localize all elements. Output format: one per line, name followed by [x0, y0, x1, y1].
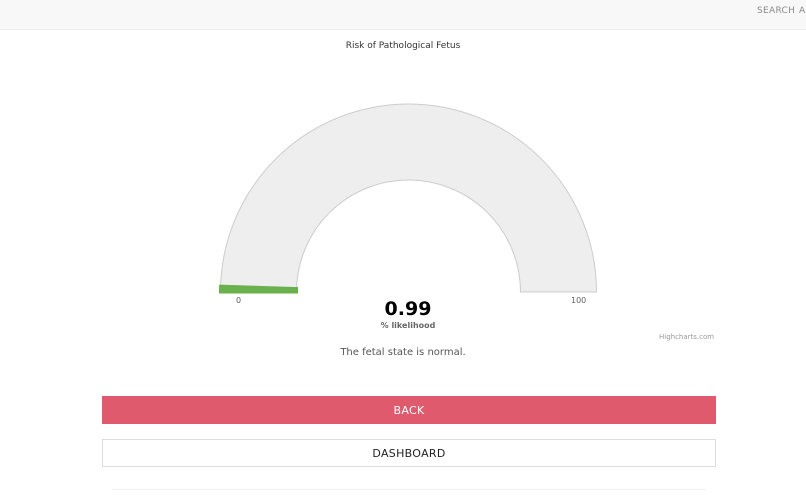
- fetal-state-message: The fetal state is normal.: [340, 347, 466, 358]
- highcharts-credits-link[interactable]: Highcharts.com: [659, 333, 714, 341]
- gauge-min-label: 0: [236, 296, 242, 305]
- gauge-fill: [218, 284, 299, 294]
- divider: [112, 489, 706, 490]
- dashboard-button[interactable]: DASHBOARD: [102, 439, 716, 467]
- gauge-track: [219, 103, 598, 293]
- gauge-max-label: 100: [571, 296, 587, 305]
- gauge-unit-label: % likelihood: [380, 321, 436, 330]
- gauge-value-label: 0.99: [384, 298, 432, 320]
- back-button[interactable]: BACK: [102, 396, 716, 424]
